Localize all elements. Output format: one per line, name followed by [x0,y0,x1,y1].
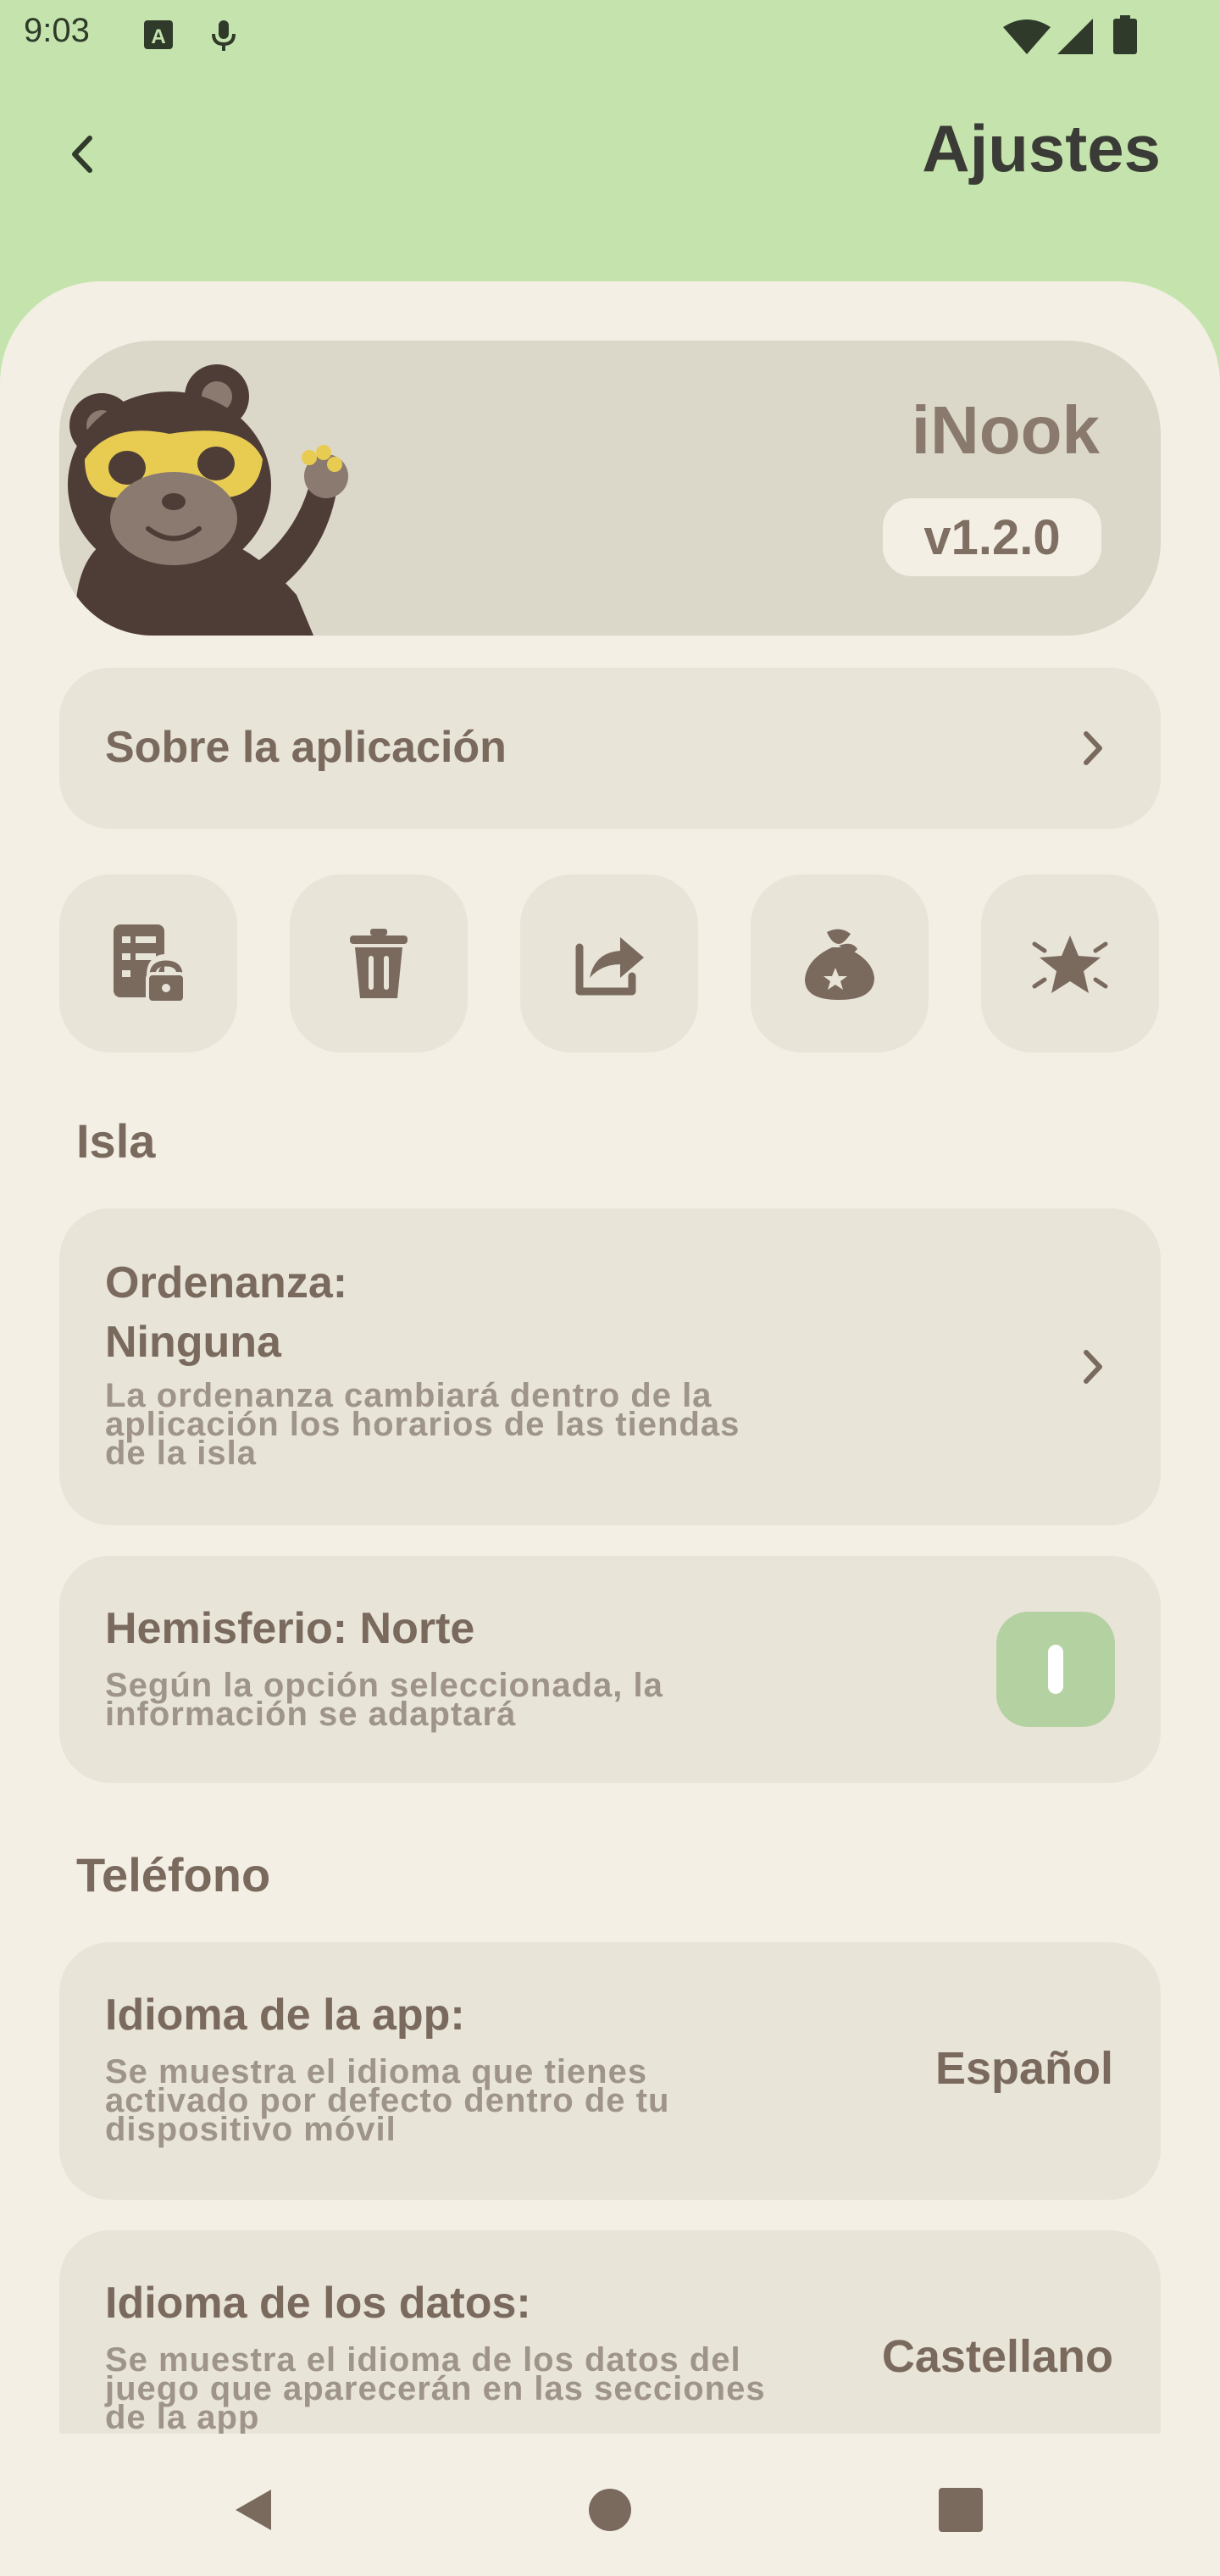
page-title: Ajustes [922,111,1161,186]
about-app-row[interactable]: Sobre la aplicación [59,668,1161,829]
hemisphere-title: Hemisferio: Norte [105,1604,475,1653]
phone-section-title: Teléfono [76,1848,271,1901]
version-badge: v1.2.0 [883,498,1101,576]
donate-bag-icon [805,929,874,1000]
privacy-lock-icon [114,924,186,1004]
chevron-right-icon [1084,731,1102,765]
battery-icon [1113,15,1137,58]
back-arrow-icon [72,136,92,173]
app-info-card: iNook v1.2.0 [59,341,1161,636]
chevron-right-icon [1084,1350,1102,1384]
donate-button[interactable] [751,874,929,1052]
hemisphere-description: Según la opción seleccionada, la informa… [105,1667,663,1733]
data-language-title: Idioma de los datos: [105,2279,531,2328]
status-bar: 9:03 A [0,0,1220,71]
back-button[interactable] [51,119,114,190]
nav-back-button[interactable] [212,2468,297,2552]
signal-icon [1057,19,1093,58]
raccoon-mascot-image [68,364,348,636]
app-language-row[interactable]: Idioma de la app: Se muestra el idioma q… [59,1942,1161,2200]
app-language-title: Idioma de la app: [105,1990,465,2040]
app-language-description: Se muestra el idioma que tienes activado… [105,2053,670,2148]
nav-back-icon [236,2490,271,2530]
ordinance-description: La ordenanza cambiará dentro de la aplic… [105,1377,740,1472]
status-time: 9:03 [24,12,90,49]
delete-data-button[interactable] [290,874,468,1052]
app-name: iNook [911,392,1100,468]
data-language-row[interactable]: Idioma de los datos: Se muestra el idiom… [59,2230,1161,2434]
privacy-policy-button[interactable] [59,874,237,1052]
hemisphere-toggle[interactable] [996,1612,1115,1727]
island-section-title: Isla [76,1114,156,1168]
hemisphere-row: Hemisferio: Norte Según la opción selecc… [59,1556,1161,1783]
ordinance-title: Ordenanza: [105,1258,348,1307]
ordinance-value: Ninguna [105,1318,281,1367]
keyboard-a-icon: A [142,19,175,55]
ordinance-row[interactable]: Ordenanza: Ninguna La ordenanza cambiará… [59,1208,1161,1525]
nav-home-button[interactable] [568,2468,652,2552]
trash-icon [350,929,408,998]
app-language-value: Español [934,2043,1113,2094]
share-app-button[interactable] [520,874,698,1052]
toggle-knob [1048,1645,1063,1694]
nav-home-icon [589,2489,631,2531]
data-language-value: Castellano [881,2331,1113,2382]
data-language-description: Se muestra el idioma de los datos del ju… [105,2341,766,2434]
rate-star-icon [1032,935,1108,993]
rate-app-button[interactable] [981,874,1159,1052]
settings-sheet: iNook v1.2.0 Sobre la aplicación Isla Or… [0,281,1220,2434]
system-navigation-bar [0,2434,1220,2576]
nav-recents-icon [939,2488,983,2532]
wifi-icon [1003,19,1051,58]
microphone-icon [210,19,237,57]
about-app-label: Sobre la aplicación [105,723,507,772]
svg-text:A: A [151,25,165,48]
share-icon [575,937,644,996]
nav-recents-button[interactable] [918,2468,1003,2552]
